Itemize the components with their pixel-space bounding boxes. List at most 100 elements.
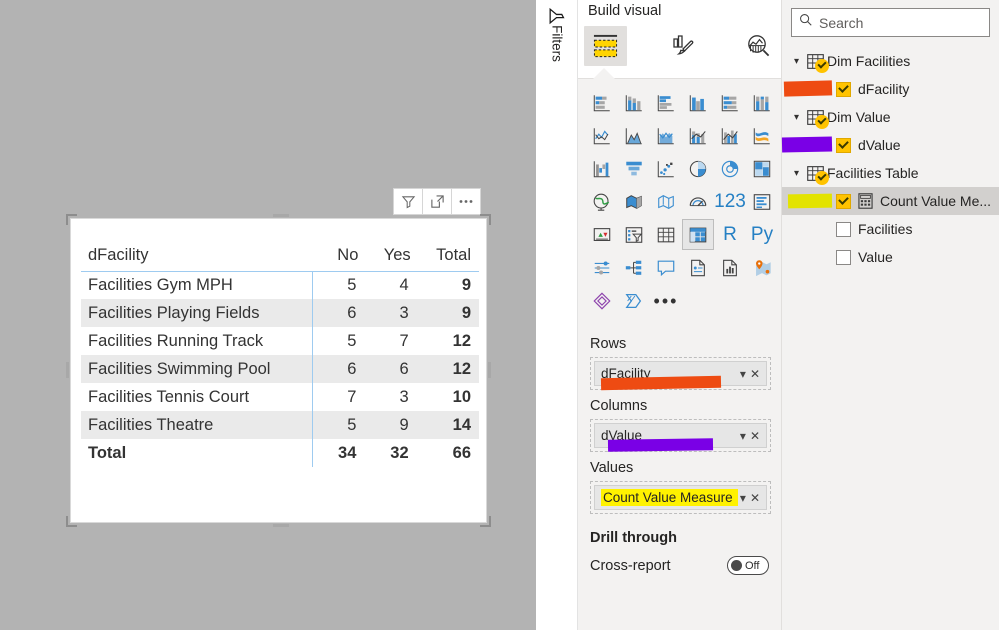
pie-chart-icon[interactable] bbox=[682, 153, 714, 184]
gauge-icon[interactable] bbox=[682, 186, 714, 217]
well-dropzone-rows[interactable]: dFacility ▾ ✕ bbox=[590, 357, 771, 391]
field-chip[interactable]: Count Value Measure ▾ ✕ bbox=[594, 485, 767, 510]
field-checkbox[interactable] bbox=[836, 249, 851, 265]
matrix-cell-yes[interactable]: 4 bbox=[358, 271, 410, 299]
chevron-down-icon[interactable]: ▾ bbox=[738, 430, 748, 442]
fields-field-row[interactable]: Value bbox=[782, 243, 999, 271]
waterfall-chart-icon[interactable] bbox=[586, 153, 618, 184]
well-dropzone-columns[interactable]: dValue ▾ ✕ bbox=[590, 419, 771, 452]
matrix-cell-no[interactable]: 6 bbox=[312, 299, 359, 327]
key-influencers-icon[interactable] bbox=[586, 252, 618, 283]
remove-field-icon[interactable]: ✕ bbox=[748, 492, 762, 504]
field-chip[interactable]: dValue ▾ ✕ bbox=[594, 423, 767, 448]
visualizations-pane[interactable]: Build visual 123 R Py ••• Rows dFacility… bbox=[578, 0, 782, 630]
clustered-bar-chart-icon[interactable] bbox=[650, 87, 682, 118]
visual-pane-tabs[interactable] bbox=[578, 24, 781, 68]
stacked-bar-chart-icon[interactable] bbox=[586, 87, 618, 118]
field-checkbox[interactable] bbox=[836, 193, 851, 209]
kpi-icon[interactable] bbox=[586, 219, 618, 250]
line-chart-icon[interactable] bbox=[586, 120, 618, 151]
matrix-cell-no[interactable]: 5 bbox=[312, 327, 358, 355]
shape-map-icon[interactable] bbox=[650, 186, 682, 217]
matrix-cell-total[interactable]: 12 bbox=[410, 355, 479, 383]
format-visual-tab[interactable] bbox=[661, 26, 704, 66]
stacked-area-chart-icon[interactable] bbox=[650, 120, 682, 151]
matrix-cell-no[interactable]: 7 bbox=[312, 383, 358, 411]
matrix-cell-no[interactable]: 6 bbox=[312, 355, 359, 383]
matrix-total-label[interactable]: Total bbox=[81, 439, 313, 467]
arcgis-map-icon[interactable] bbox=[746, 252, 778, 283]
matrix-total-total[interactable]: 66 bbox=[411, 439, 479, 467]
matrix-visual-container[interactable]: dFacility No Yes Total Facilities Gym MP… bbox=[66, 214, 491, 527]
fields-pane[interactable]: Search ▾ Dim Facilities dFacility ▾ Dim Valu… bbox=[781, 0, 999, 630]
matrix-cell-total[interactable]: 14 bbox=[410, 411, 479, 439]
hundred-percent-stacked-column-chart-icon[interactable] bbox=[746, 87, 778, 118]
resize-handle-bottom[interactable] bbox=[273, 524, 289, 527]
get-more-visuals-icon[interactable]: ••• bbox=[650, 285, 682, 316]
resize-handle-left[interactable] bbox=[66, 362, 69, 378]
matrix-cell-yes[interactable]: 3 bbox=[358, 383, 410, 411]
remove-field-icon[interactable]: ✕ bbox=[748, 430, 762, 442]
stacked-column-chart-icon[interactable] bbox=[618, 87, 650, 118]
chevron-down-icon[interactable]: ▾ bbox=[794, 112, 807, 123]
python-visual-icon[interactable]: Py bbox=[746, 219, 778, 250]
funnel-chart-icon[interactable] bbox=[618, 153, 650, 184]
map-icon[interactable] bbox=[586, 186, 618, 217]
matrix-cell-no[interactable]: 5 bbox=[312, 271, 358, 299]
table-row[interactable]: Facilities Theatre 5 9 14 bbox=[81, 411, 479, 439]
power-automate-icon[interactable] bbox=[618, 285, 650, 316]
matrix-cell-no[interactable]: 5 bbox=[312, 411, 359, 439]
well-dropzone-values[interactable]: Count Value Measure ▾ ✕ bbox=[590, 481, 771, 514]
visual-header-toolbar[interactable] bbox=[393, 188, 481, 215]
build-visual-tab[interactable] bbox=[584, 26, 628, 66]
analytics-tab[interactable] bbox=[738, 26, 781, 66]
r-script-visual-icon[interactable]: R bbox=[714, 219, 746, 250]
fields-tree[interactable]: ▾ Dim Facilities dFacility ▾ Dim Value dValue… bbox=[781, 47, 999, 271]
table-row[interactable]: Facilities Tennis Court 7 3 10 bbox=[81, 383, 479, 411]
matrix-cell-total[interactable]: 10 bbox=[411, 383, 479, 411]
paginated-report-icon[interactable] bbox=[714, 252, 746, 283]
chevron-down-icon[interactable]: ▾ bbox=[738, 368, 748, 380]
matrix-visual[interactable]: dFacility No Yes Total Facilities Gym MP… bbox=[70, 218, 487, 523]
matrix-row-label[interactable]: Facilities Theatre bbox=[81, 411, 313, 439]
field-checkbox[interactable] bbox=[836, 81, 851, 97]
matrix-column-header-total[interactable]: Total bbox=[411, 227, 479, 271]
ribbon-chart-icon[interactable] bbox=[746, 120, 778, 151]
table-row[interactable]: Facilities Gym MPH 5 4 9 bbox=[81, 271, 479, 299]
field-chip[interactable]: dFacility ▾ ✕ bbox=[594, 361, 767, 386]
matrix-icon[interactable] bbox=[682, 219, 714, 250]
cross-report-toggle[interactable]: Off bbox=[727, 556, 769, 575]
hundred-percent-stacked-bar-chart-icon[interactable] bbox=[714, 87, 746, 118]
chevron-down-icon[interactable]: ▾ bbox=[794, 168, 807, 179]
fields-table-row[interactable]: ▾ Dim Facilities bbox=[782, 47, 999, 75]
matrix-cell-yes[interactable]: 9 bbox=[358, 411, 411, 439]
remove-field-icon[interactable]: ✕ bbox=[748, 368, 762, 380]
scatter-chart-icon[interactable] bbox=[650, 153, 682, 184]
matrix-cell-total[interactable]: 9 bbox=[411, 271, 479, 299]
chevron-down-icon[interactable]: ▾ bbox=[794, 56, 807, 67]
matrix-column-header-no[interactable]: No bbox=[312, 227, 358, 271]
matrix-row-label[interactable]: Facilities Gym MPH bbox=[81, 271, 313, 299]
treemap-icon[interactable] bbox=[746, 153, 778, 184]
search-input[interactable]: Search bbox=[791, 8, 990, 37]
matrix-cell-yes[interactable]: 3 bbox=[358, 299, 411, 327]
field-checkbox[interactable] bbox=[836, 137, 851, 153]
matrix-cell-yes[interactable]: 7 bbox=[358, 327, 410, 355]
resize-handle-top[interactable] bbox=[273, 214, 289, 217]
fields-field-row[interactable]: Count Value Me... bbox=[782, 187, 999, 215]
card-icon[interactable]: 123 bbox=[714, 186, 746, 217]
fields-table-row[interactable]: ▾ Facilities Table bbox=[782, 159, 999, 187]
field-wells[interactable]: Rows dFacility ▾ ✕ Columns dValue ▾ ✕ Values Coun… bbox=[578, 322, 781, 514]
cross-report-row[interactable]: Cross-report Off bbox=[590, 556, 769, 575]
line-and-clustered-column-chart-icon[interactable] bbox=[714, 120, 746, 151]
fields-field-row[interactable]: Facilities bbox=[782, 215, 999, 243]
visualization-gallery[interactable]: 123 R Py ••• bbox=[578, 79, 781, 322]
matrix-cell-total[interactable]: 12 bbox=[411, 327, 479, 355]
focus-mode-icon[interactable] bbox=[422, 188, 452, 215]
matrix-row-label[interactable]: Facilities Running Track bbox=[81, 327, 313, 355]
filters-pane-label[interactable]: Filters bbox=[550, 15, 565, 73]
filters-pane-collapsed[interactable]: Filters bbox=[536, 0, 578, 630]
power-apps-icon[interactable] bbox=[586, 285, 618, 316]
table-row[interactable]: Facilities Swimming Pool 6 6 12 bbox=[81, 355, 479, 383]
table-row[interactable]: Facilities Running Track 5 7 12 bbox=[81, 327, 479, 355]
